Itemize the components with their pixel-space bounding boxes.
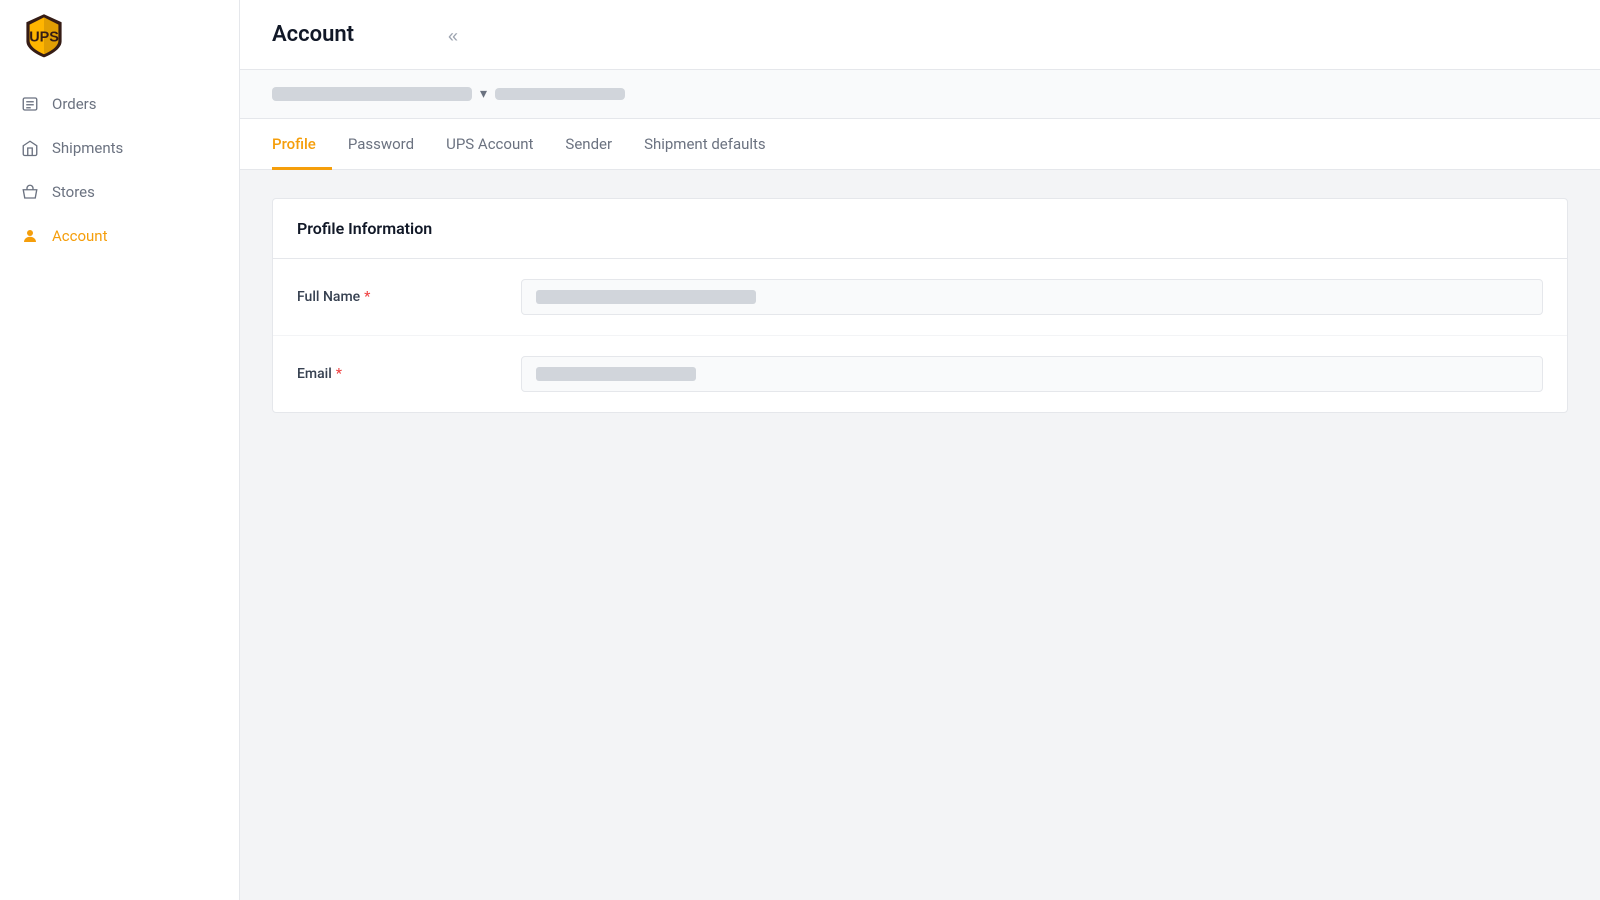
sidebar-item-stores[interactable]: Stores	[0, 170, 239, 214]
tabs-bar: Profile Password UPS Account Sender Ship…	[240, 119, 1600, 170]
full-name-input-container	[521, 279, 1543, 315]
form-row-full-name: Full Name *	[273, 259, 1567, 336]
tab-profile[interactable]: Profile	[272, 119, 332, 170]
required-star-name: *	[364, 289, 370, 305]
sidebar-item-shipments-label: Shipments	[52, 139, 123, 157]
page-title: Account	[272, 22, 354, 47]
account-selector-bar: ▾	[240, 70, 1600, 119]
sidebar-item-orders-label: Orders	[52, 95, 97, 113]
tab-ups-account[interactable]: UPS Account	[430, 119, 549, 170]
ups-logo-icon: UPS	[20, 11, 68, 59]
chevron-down-icon: ▾	[480, 86, 487, 102]
section-title: Profile Information	[297, 219, 1543, 238]
sidebar-item-account[interactable]: Account	[0, 214, 239, 258]
form-row-email: Email *	[273, 336, 1567, 412]
shipments-icon	[20, 138, 40, 158]
orders-icon	[20, 94, 40, 114]
tab-sender[interactable]: Sender	[549, 119, 628, 170]
email-label: Email *	[297, 366, 497, 382]
email-value-blurred	[536, 367, 696, 381]
sidebar-item-stores-label: Stores	[52, 183, 95, 201]
sidebar: UPS Orders Shipments	[0, 0, 240, 900]
stores-icon	[20, 182, 40, 202]
sidebar-item-shipments[interactable]: Shipments	[0, 126, 239, 170]
tab-password[interactable]: Password	[332, 119, 430, 170]
main-content: « Account ▾ Profile Password UPS Account…	[240, 0, 1600, 900]
full-name-input[interactable]	[521, 279, 1543, 315]
svg-text:UPS: UPS	[29, 29, 59, 45]
sidebar-collapse-button[interactable]: «	[440, 22, 466, 51]
tab-shipment-defaults[interactable]: Shipment defaults	[628, 119, 782, 170]
sidebar-item-account-label: Account	[52, 227, 108, 245]
email-input-container	[521, 356, 1543, 392]
section-header: Profile Information	[273, 199, 1567, 259]
sidebar-navigation: Orders Shipments Stores	[0, 70, 239, 900]
sidebar-logo: UPS	[0, 0, 239, 70]
account-name-blurred	[272, 87, 472, 101]
content-area: ▾ Profile Password UPS Account Sender Sh…	[240, 70, 1600, 900]
section-card: Profile Information Full Name *	[272, 198, 1568, 413]
account-icon	[20, 226, 40, 246]
full-name-value-blurred	[536, 290, 756, 304]
required-star-email: *	[336, 366, 342, 382]
top-bar: « Account	[240, 0, 1600, 70]
account-sub-blurred	[495, 88, 625, 100]
account-selector[interactable]: ▾	[272, 86, 625, 102]
sidebar-item-orders[interactable]: Orders	[0, 82, 239, 126]
full-name-label: Full Name *	[297, 289, 497, 305]
email-input[interactable]	[521, 356, 1543, 392]
profile-section: Profile Information Full Name *	[240, 170, 1600, 441]
